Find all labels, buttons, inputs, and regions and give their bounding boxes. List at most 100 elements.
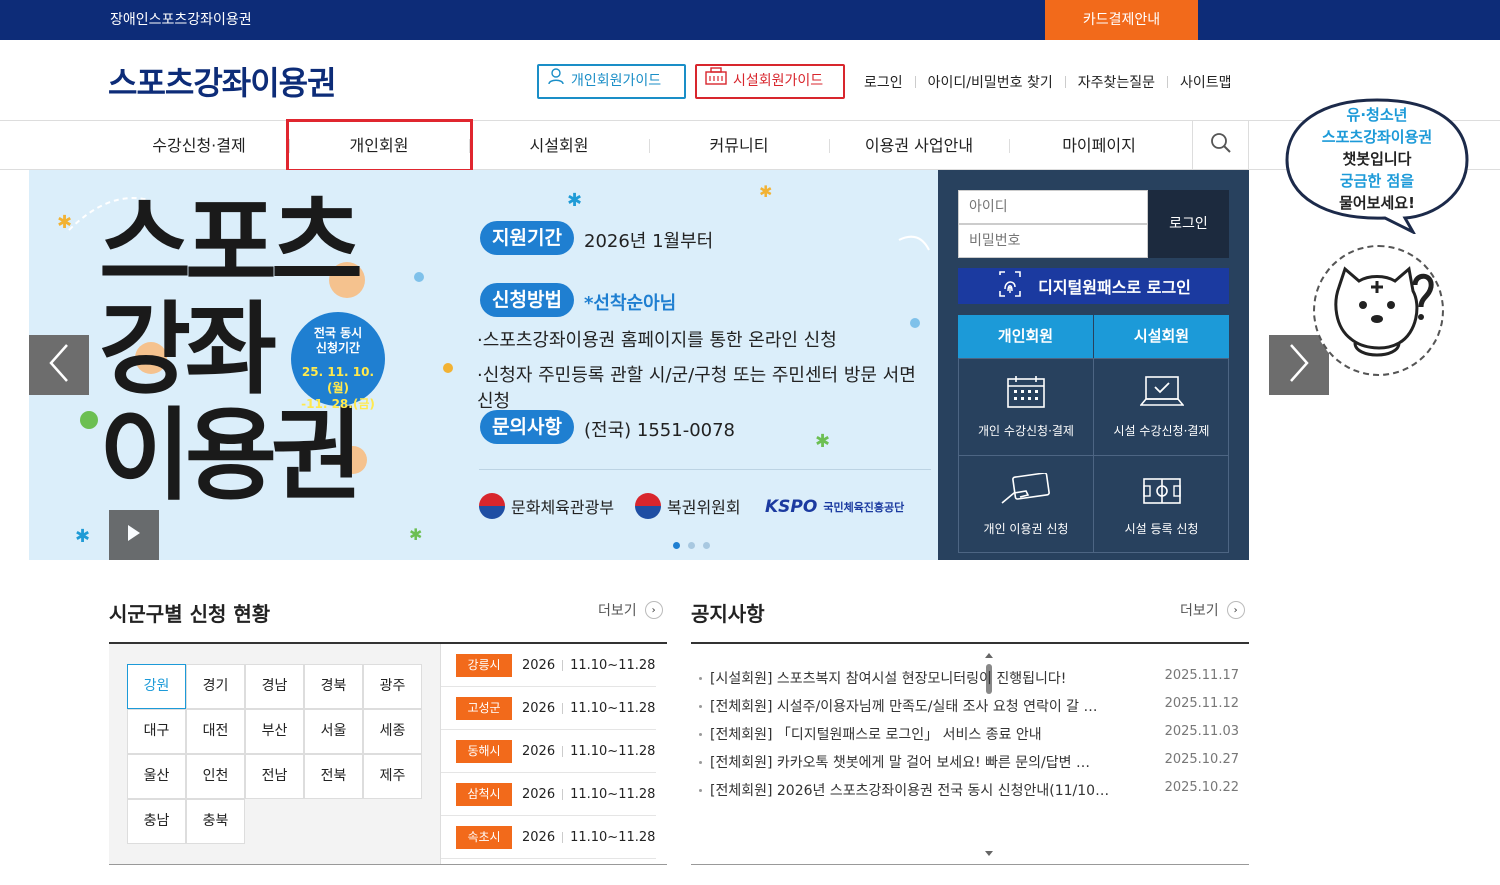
banner-title-line-1: 스포츠 [99, 185, 363, 302]
region-tab[interactable]: 경기 [186, 664, 245, 709]
login-button[interactable]: 로그인 [1148, 190, 1229, 258]
org-kspo: KSPO 국민체육진흥공단 [765, 497, 904, 517]
password-input[interactable] [958, 224, 1148, 258]
id-input[interactable] [958, 190, 1148, 224]
region-tab[interactable]: 광주 [363, 664, 422, 709]
region-tab[interactable]: 인천 [186, 754, 245, 799]
region-apply-list: 강릉시 2026 11.10~11.28 고성군 2026 11.10~11.28 동해시 2… [440, 644, 993, 864]
year-text: 2026 [522, 743, 556, 759]
tiger-mascot-icon [1334, 266, 1434, 357]
pagination-dot[interactable] [703, 542, 710, 549]
svg-text:✱: ✱ [815, 431, 830, 452]
notice-date: 2025.11.03 [1164, 724, 1239, 739]
util-sitemap-link[interactable]: 사이트맵 [1180, 72, 1232, 92]
quick-personal-enroll[interactable]: 개인 수강신청·결제 [959, 359, 1094, 456]
divider [1167, 76, 1169, 88]
bullet-icon [699, 732, 702, 736]
nav-item-enroll[interactable]: 수강신청·결제 [109, 121, 289, 171]
banner-play-button[interactable] [109, 510, 159, 560]
card-hand-icon [1000, 471, 1052, 510]
notice-item[interactable]: [전체회원] 시설주/이용자님께 만족도/실태 조사 요청 연락이 갈 … 202… [699, 696, 1239, 716]
bullet-icon [699, 760, 702, 764]
nav-item-business[interactable]: 이용권 사업안내 [829, 121, 1009, 171]
list-item[interactable]: 삼척시 2026 11.10~11.28 [441, 773, 656, 816]
list-item[interactable]: 속초시 2026 11.10~11.28 [441, 816, 656, 859]
period-label: 지원기간 [480, 221, 574, 255]
util-login-link[interactable]: 로그인 [864, 72, 903, 92]
util-find-id-link[interactable]: 아이디/비밀번호 찾기 [928, 72, 1053, 92]
building-icon [705, 66, 727, 97]
region-tab[interactable]: 세종 [363, 709, 422, 754]
personal-guide-button[interactable]: 개인회원가이드 [537, 64, 686, 99]
region-tab[interactable]: 서울 [304, 709, 363, 754]
chatbot-tiger-character[interactable] [1313, 245, 1444, 376]
notice-title-text: [시설회원] 스포츠복지 참여시설 현장모니터링이 진행됩니다! [710, 671, 1067, 687]
method-note: *선착순아님 [584, 293, 677, 314]
fingerprint-icon [996, 271, 1024, 301]
notice-title-text: [전체회원] 카카오톡 챗봇에게 말 걸어 보세요! 빠른 문의/답변 … [710, 755, 1090, 771]
card-payment-button[interactable]: 카드결제안내 [1045, 0, 1198, 40]
region-status-panel: 강원 경기 경남 경북 광주대구 대전 부산 서울 세종울산 인천 전남 전북 제주충남 충북 강릉시 20… [109, 642, 993, 865]
main-navigation: 수강신청·결제 개인회원 시설회원 커뮤니티 이용권 사업안내 마이페이지 [0, 120, 1500, 170]
more-label: 더보기 [1180, 603, 1219, 619]
site-logo[interactable]: 스포츠강좌이용권 [108, 58, 337, 104]
region-tab[interactable]: 강원 [127, 664, 186, 709]
period-text: 11.10~11.28 [570, 700, 656, 716]
contact-label: 문의사항 [480, 410, 574, 444]
bullet-icon [699, 704, 702, 708]
pagination-dot[interactable] [688, 542, 695, 549]
notice-item[interactable]: [전체회원] 「디지털원패스로 로그인」 서비스 종료 안내 2025.11.03 [699, 724, 1239, 744]
nav-item-mypage[interactable]: 마이페이지 [1009, 121, 1189, 171]
notice-more-button[interactable]: 더보기 › [1180, 600, 1245, 620]
org-mcst: 문화체육관광부 [479, 493, 614, 519]
tab-personal[interactable]: 개인회원 [958, 315, 1093, 358]
nav-item-community[interactable]: 커뮤니티 [649, 121, 829, 171]
region-tab[interactable]: 전북 [304, 754, 363, 799]
facility-guide-button[interactable]: 시설회원가이드 [695, 64, 845, 99]
util-faq-link[interactable]: 자주찾는질문 [1078, 72, 1155, 92]
nav-item-facility[interactable]: 시설회원 [469, 121, 649, 171]
notice-item[interactable]: [전체회원] 2026년 스포츠강좌이용권 전국 동시 신청안내(11/10… 2… [699, 780, 1239, 800]
org-lottery: 복권위원회 [635, 493, 741, 519]
region-tab[interactable]: 울산 [127, 754, 186, 799]
nav-highlight-box [286, 119, 473, 172]
quick-personal-apply[interactable]: 개인 이용권 신청 [959, 456, 1094, 553]
main-banner[interactable]: ✱ ✱ ✱ ✱ ✱ ✱ 스포츠 강좌 이용권 전국 동시 신청기간 25. 11. 1… [29, 170, 938, 560]
banner-prev-button[interactable] [29, 335, 89, 395]
city-tag: 삼척시 [456, 782, 512, 806]
region-tab[interactable]: 대전 [186, 709, 245, 754]
chatbot-line-1: 유·청소년 [1346, 106, 1408, 124]
list-item[interactable]: 강릉시 2026 11.10~11.28 [441, 644, 656, 687]
notice-item[interactable]: [전체회원] 카카오톡 챗봇에게 말 걸어 보세요! 빠른 문의/답변 … 202… [699, 752, 1239, 772]
quick-facility-enroll[interactable]: 시설 수강신청·결제 [1094, 359, 1229, 456]
quick-facility-register[interactable]: 시설 등록 신청 [1094, 456, 1229, 553]
notice-item[interactable]: [시설회원] 스포츠복지 참여시설 현장모니터링이 진행됩니다! 2025.11.… [699, 668, 1239, 688]
list-item[interactable]: 동해시 2026 11.10~11.28 [441, 730, 656, 773]
region-tab[interactable]: 대구 [127, 709, 186, 754]
chatbot-bubble[interactable]: 유·청소년 스포츠강좌이용권 챗봇입니다 궁금한 점을 물어보세요! [1285, 96, 1469, 234]
taeguk-logo-icon [635, 493, 661, 519]
site-name[interactable]: 장애인스포츠강좌이용권 [110, 0, 252, 40]
region-tab[interactable]: 경남 [245, 664, 304, 709]
region-tab[interactable]: 부산 [245, 709, 304, 754]
region-more-button[interactable]: 더보기 › [598, 600, 663, 620]
region-tab[interactable]: 전남 [245, 754, 304, 799]
region-tab[interactable]: 충남 [127, 799, 186, 844]
period-text: 11.10~11.28 [570, 657, 656, 673]
region-tab[interactable]: 제주 [363, 754, 422, 799]
region-tab[interactable]: 경북 [304, 664, 363, 709]
period-text: 11.10~11.28 [570, 743, 656, 759]
divider [479, 469, 931, 470]
search-button[interactable] [1192, 120, 1249, 170]
list-item[interactable]: 고성군 2026 11.10~11.28 [441, 687, 656, 730]
tab-facility[interactable]: 시설회원 [1094, 315, 1229, 358]
notice-title: 공지사항 [691, 602, 765, 626]
pagination-dot-active[interactable] [673, 542, 680, 549]
digital-onepass-login-button[interactable]: 디지털원패스로 로그인 [958, 268, 1229, 304]
top-bar: 장애인스포츠강좌이용권 카드결제안내 [0, 0, 1500, 40]
chevron-right-icon: › [644, 601, 663, 619]
laptop-check-icon [1138, 375, 1185, 412]
region-tab[interactable]: 충북 [186, 799, 245, 844]
banner-pagination [673, 542, 710, 549]
svg-text:✱: ✱ [409, 525, 422, 544]
